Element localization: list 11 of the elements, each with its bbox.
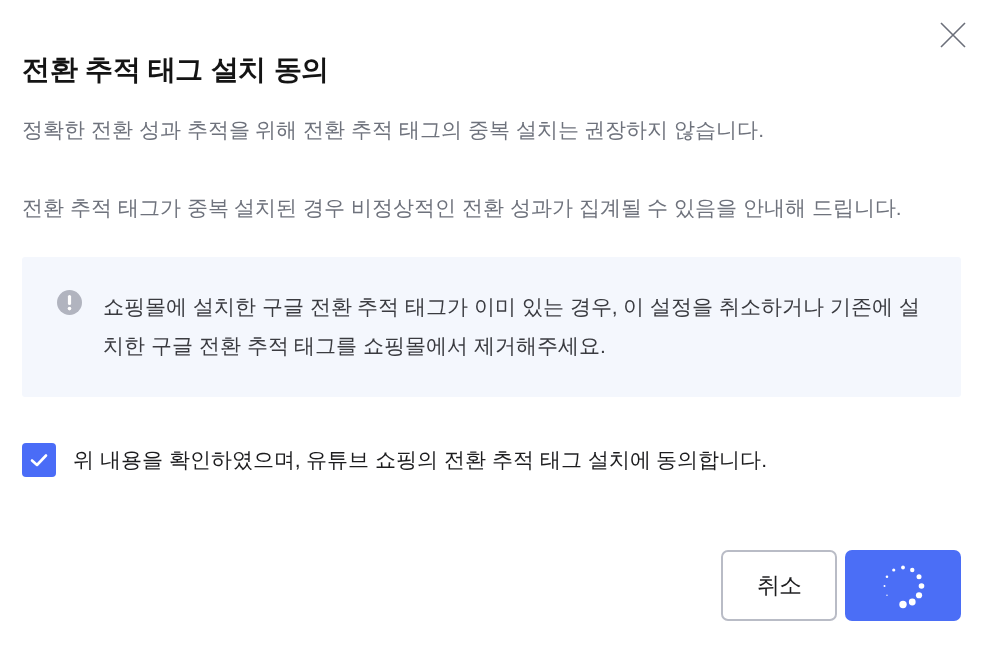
description-text: 정확한 전환 성과 추적을 위해 전환 추적 태그의 중복 설치는 권장하지 않습니다. — [22, 117, 765, 143]
agreement-checkbox[interactable] — [22, 443, 56, 477]
dialog-title: 전환 추적 태그 설치 동의 — [22, 53, 330, 87]
notice-text: 쇼핑몰에 설치한 구글 전환 추적 태그가 이미 있는 경우, 이 설정을 취소하거나 기존에 설치한 구글 전환 추적 태그를 쇼핑몰에서 제거해주세요. — [103, 294, 921, 359]
close-button[interactable] — [940, 22, 966, 48]
description-text: 전환 추적 태그가 중복 설치된 경우 비정상적인 전환 성과가 집계될 수 있음을 안내해 드립니다. — [22, 195, 903, 221]
agreement-label: 위 내용을 확인하였으며, 유튜브 쇼핑의 전환 추적 태그 설치에 동의합니다. — [73, 447, 768, 473]
exclamation-icon — [57, 290, 82, 315]
loading-button[interactable] — [845, 550, 961, 621]
close-icon — [940, 22, 966, 48]
cancel-button[interactable]: 취소 — [721, 550, 837, 621]
